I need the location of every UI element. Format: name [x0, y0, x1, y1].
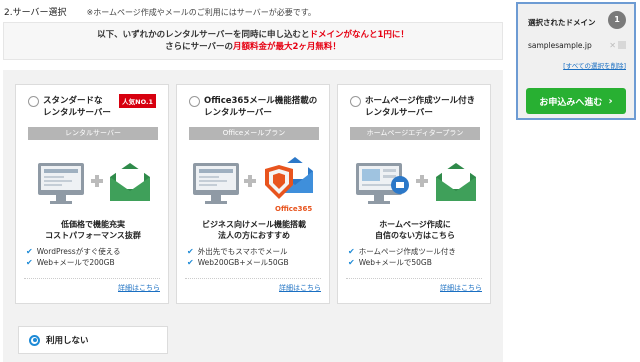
office365-logo-text: Office365 — [275, 205, 313, 213]
chevron-right-icon: › — [608, 95, 613, 107]
mail-icon — [110, 163, 150, 201]
radio-selected[interactable] — [29, 334, 40, 346]
details-link[interactable]: 詳細はこちら — [440, 283, 482, 293]
no-server-option[interactable]: 利用しない — [18, 326, 168, 354]
campaign-notice: 以下、いずれかのレンタルサーバーを同時に申し込むとドメインがなんと1円に！ さら… — [3, 22, 503, 60]
feature-text: Web+メールで50GB — [358, 258, 432, 267]
feature-text: Web+メールで200GB — [36, 258, 115, 267]
checkbox-icon[interactable] — [618, 41, 626, 49]
remove-icon[interactable]: ✕ — [609, 41, 616, 50]
plan-description: ビジネス向けメール機能搭載 法人の方におすすめ — [181, 219, 327, 241]
feature-text: WordPressがすぐ使える — [36, 247, 121, 256]
notice-text: 以下、いずれかのレンタルサーバーを同時に申し込むと — [97, 30, 310, 40]
no-server-label: 利用しない — [46, 336, 89, 346]
check-icon: ✔ — [187, 247, 194, 256]
notice-line-2: さらにサーバーの月額料金が最大2ヶ月無料！ — [4, 41, 502, 53]
plan-name-line: レンタルサーバー — [43, 108, 111, 118]
plan-illustration — [356, 163, 476, 204]
proceed-label: お申込みへ進む — [539, 97, 603, 108]
selected-domain: samplesample.jp — [528, 41, 592, 50]
plan-name: Office365メール機能搭載の レンタルサーバー — [204, 95, 324, 119]
plan-features: ✔ ホームページ作成ツール付き ✔ Web+メールで50GB — [348, 246, 456, 268]
plus-icon — [244, 175, 256, 187]
clear-all-link[interactable]: [すべての選択を削除] — [563, 60, 626, 70]
plan-desc-line: ホームページ作成に — [379, 220, 451, 229]
plan-features: ✔ WordPressがすぐ使える ✔ Web+メールで200GB — [26, 246, 121, 268]
feature-text: Web200GB+メール50GB — [197, 258, 289, 267]
feature-item: ✔ ホームページ作成ツール付き — [348, 246, 456, 257]
notice-highlight: 月額料金が最大2ヶ月無料！ — [233, 42, 341, 52]
feature-text: ホームページ作成ツール付き — [358, 247, 456, 256]
notice-line-1: 以下、いずれかのレンタルサーバーを同時に申し込むとドメインがなんと1円に！ — [4, 29, 502, 41]
plan-desc-line: コストパフォーマンス抜群 — [45, 231, 141, 240]
plan-desc-line: 低価格で機能充実 — [61, 220, 125, 229]
feature-item: ✔ WordPressがすぐ使える — [26, 246, 121, 257]
plan-desc-line: 自信のない方はこちら — [375, 231, 455, 240]
plus-icon — [416, 175, 428, 187]
plan-desc-line: 法人の方におすすめ — [218, 231, 290, 240]
feature-item: ✔ 外出先でもスマホでメール — [187, 246, 289, 257]
details-link[interactable]: 詳細はこちら — [279, 283, 321, 293]
shield-mail-icon — [265, 157, 313, 199]
plan-name-line: ホームページ作成ツール付き — [365, 96, 476, 106]
plan-name-line: Office365メール機能搭載の — [204, 96, 318, 106]
plan-radio[interactable] — [189, 96, 200, 107]
plan-description: 低価格で機能充実 コストパフォーマンス抜群 — [20, 219, 166, 241]
plan-radio[interactable] — [350, 96, 361, 107]
step-header: 2.サーバー選択 ※ホームページ作成やメールのご利用にはサーバーが必要です。 — [4, 5, 316, 19]
feature-item: ✔ Web+メールで50GB — [348, 257, 456, 268]
plan-name-line: レンタルサーバー — [204, 108, 272, 118]
plan-name-line: スタンダードな — [43, 96, 103, 106]
check-icon: ✔ — [26, 247, 33, 256]
monitor-editor-icon — [356, 163, 409, 204]
mail-icon — [436, 163, 476, 201]
plan-name: ホームページ作成ツール付き レンタルサーバー — [365, 95, 485, 119]
plan-type-bar: レンタルサーバー — [28, 127, 158, 140]
plan-card-standard[interactable]: スタンダードな レンタルサーバー 人気NO.1 レンタルサーバー 低価格で機能充… — [15, 84, 169, 304]
check-icon: ✔ — [348, 247, 355, 256]
feature-text: 外出先でもスマホでメール — [197, 247, 288, 256]
plan-type-bar: ホームページエディタープラン — [350, 127, 480, 140]
notice-highlight: ドメインがなんと1円に！ — [309, 30, 409, 40]
proceed-button[interactable]: お申込みへ進む › — [526, 88, 626, 114]
divider — [346, 278, 482, 279]
plan-type-bar: Officeメールプラン — [189, 127, 319, 140]
plan-illustration — [38, 163, 150, 204]
plan-radio-row[interactable]: ホームページ作成ツール付き レンタルサーバー — [350, 95, 485, 119]
divider — [24, 278, 160, 279]
server-plans-area: スタンダードな レンタルサーバー 人気NO.1 レンタルサーバー 低価格で機能充… — [3, 70, 503, 362]
feature-item: ✔ Web200GB+メール50GB — [187, 257, 289, 268]
page: 2.サーバー選択 ※ホームページ作成やメールのご利用にはサーバーが必要です。 以… — [0, 0, 640, 362]
notice-text: さらにサーバーの — [165, 42, 233, 52]
count-badge: 1 — [608, 11, 626, 29]
plan-description: ホームページ作成に 自信のない方はこちら — [342, 219, 488, 241]
check-icon: ✔ — [348, 258, 355, 267]
plan-features: ✔ 外出先でもスマホでメール ✔ Web200GB+メール50GB — [187, 246, 289, 268]
plus-icon — [91, 175, 103, 187]
check-icon: ✔ — [187, 258, 194, 267]
monitor-icon — [193, 163, 239, 204]
plan-desc-line: ビジネス向けメール機能搭載 — [202, 220, 306, 229]
check-icon: ✔ — [26, 258, 33, 267]
selected-domain-panel: 選択されたドメイン 1 samplesample.jp ✕ [すべての選択を削除… — [516, 2, 636, 120]
plan-card-office365[interactable]: Office365メール機能搭載の レンタルサーバー Officeメールプラン — [176, 84, 330, 304]
plan-card-homepage-editor[interactable]: ホームページ作成ツール付き レンタルサーバー ホームページエディタープラン ホー… — [337, 84, 491, 304]
panel-title: 選択されたドメイン — [528, 18, 596, 27]
popular-badge: 人気NO.1 — [119, 94, 156, 108]
plan-illustration — [193, 157, 313, 204]
feature-item: ✔ Web+メールで200GB — [26, 257, 121, 268]
plan-name-line: レンタルサーバー — [365, 108, 433, 118]
plan-radio[interactable] — [28, 96, 39, 107]
step-note: ※ホームページ作成やメールのご利用にはサーバーが必要です。 — [86, 8, 316, 17]
details-link[interactable]: 詳細はこちら — [118, 283, 160, 293]
divider — [185, 278, 321, 279]
monitor-icon — [38, 163, 84, 204]
plan-radio-row[interactable]: Office365メール機能搭載の レンタルサーバー — [189, 95, 324, 119]
step-title: 2.サーバー選択 — [4, 8, 67, 18]
